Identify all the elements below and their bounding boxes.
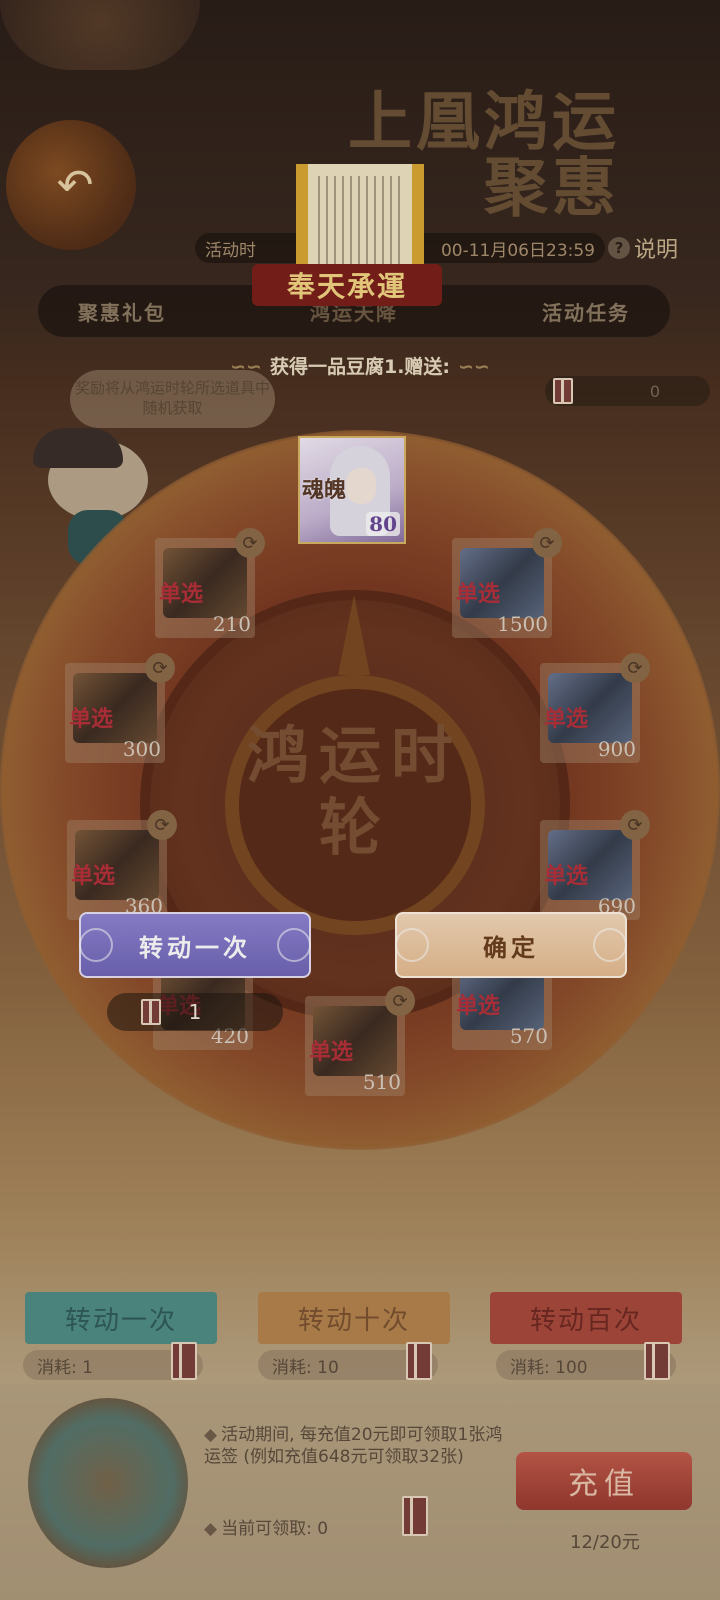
ticket-icon bbox=[406, 1342, 432, 1380]
confirm-label: 确定 bbox=[483, 933, 539, 962]
cost-text: 消耗: 10 bbox=[272, 1357, 339, 1378]
swap-icon[interactable]: ⟳ bbox=[145, 653, 175, 683]
ticket-count: 0 bbox=[649, 381, 660, 401]
wheel-slot[interactable]: 单选 690 ⟳ bbox=[540, 810, 650, 920]
ticket-icon bbox=[141, 999, 161, 1025]
cost-text: 消耗: 100 bbox=[510, 1357, 588, 1378]
spin-ten-button[interactable]: 转动十次 bbox=[258, 1292, 450, 1344]
slot-count: 510 bbox=[362, 1070, 401, 1094]
ticket-count: 1 bbox=[188, 1000, 202, 1024]
question-icon: ? bbox=[608, 237, 630, 259]
ticket-icon bbox=[402, 1496, 428, 1536]
ticket-icon bbox=[171, 1342, 197, 1380]
title-line-1: 上凰鸿运 bbox=[348, 86, 620, 160]
cost-label: 消耗: 100 bbox=[496, 1342, 676, 1380]
wheel-pointer bbox=[338, 595, 370, 675]
swap-icon[interactable]: ⟳ bbox=[532, 528, 562, 558]
swap-icon[interactable]: ⟳ bbox=[620, 653, 650, 683]
claim-ticket[interactable] bbox=[402, 1496, 428, 1540]
diamond-icon: ◆ bbox=[204, 1425, 218, 1445]
swap-icon[interactable]: ⟳ bbox=[385, 986, 415, 1016]
slot-tag: 单选 bbox=[544, 706, 589, 732]
lantern-decoration bbox=[0, 0, 200, 70]
spin-once-button[interactable]: 转动一次 bbox=[25, 1292, 217, 1344]
wheel-slot[interactable]: 单选 1500 ⟳ bbox=[452, 528, 562, 638]
scroll-banner: 奉天承運 bbox=[252, 264, 442, 306]
wheel-slot[interactable]: 单选 300 ⟳ bbox=[65, 653, 175, 763]
claimable-count: ◆ 当前可领取: 0 bbox=[204, 1514, 328, 1539]
modal-ticket-count: 1 bbox=[107, 993, 283, 1031]
help-label: 说明 bbox=[634, 238, 679, 263]
recharge-progress: 12/20元 bbox=[570, 1532, 640, 1553]
wheel-slot[interactable]: 单选 510 ⟳ bbox=[305, 986, 415, 1096]
card-count: 80 bbox=[366, 512, 400, 536]
confirm-button[interactable]: 确定 bbox=[395, 912, 627, 978]
card-label: 魂魄 bbox=[302, 477, 347, 503]
ticket-icon bbox=[553, 378, 573, 404]
notice-text: 活动期间, 每充值20元即可领取1张鸿运签 (例如充值648元可领取32张) bbox=[204, 1425, 503, 1467]
cost-label: 消耗: 1 bbox=[23, 1342, 203, 1380]
slot-tag: 单选 bbox=[456, 581, 501, 607]
ornament-icon: ∽∽ bbox=[458, 356, 490, 378]
recharge-notice: ◆ 活动期间, 每充值20元即可领取1张鸿运签 (例如充值648元可领取32张) bbox=[204, 1424, 504, 1468]
slot-tag: 单选 bbox=[69, 706, 114, 732]
cost-label: 消耗: 10 bbox=[258, 1342, 438, 1380]
cost-text: 消耗: 1 bbox=[37, 1357, 93, 1378]
period-suffix: 00-11月06日23:59 bbox=[440, 240, 595, 261]
back-button[interactable]: ↶ bbox=[40, 150, 110, 220]
slot-count: 1500 bbox=[497, 612, 548, 636]
reward-title-text: 获得一品豆腐1.赠送: bbox=[269, 356, 451, 378]
spin-hundred-button[interactable]: 转动百次 bbox=[490, 1292, 682, 1344]
slot-tag: 单选 bbox=[456, 993, 501, 1019]
swap-icon[interactable]: ⟳ bbox=[235, 528, 265, 558]
slot-tag: 单选 bbox=[309, 1039, 354, 1065]
bowl-icon bbox=[28, 1398, 188, 1568]
reward-card: 魂魄 80 bbox=[298, 436, 406, 544]
slot-count: 300 bbox=[122, 737, 161, 761]
slot-count: 570 bbox=[509, 1024, 548, 1048]
swap-icon[interactable]: ⟳ bbox=[620, 810, 650, 840]
slot-count: 900 bbox=[597, 737, 636, 761]
ticket-balance: 0 bbox=[545, 376, 710, 406]
spin-once-modal-button[interactable]: 转动一次 bbox=[79, 912, 311, 978]
diamond-icon: ◆ bbox=[204, 1519, 218, 1539]
title-line-2: 聚惠 bbox=[484, 152, 620, 226]
recharge-button[interactable]: 充值 bbox=[516, 1452, 692, 1510]
wheel-slot[interactable]: 单选 360 ⟳ bbox=[67, 810, 177, 920]
wheel-slot[interactable]: 单选 210 ⟳ bbox=[155, 528, 265, 638]
ticket-icon bbox=[644, 1342, 670, 1380]
slot-tag: 单选 bbox=[159, 581, 204, 607]
help-button[interactable]: ? 说明 bbox=[608, 232, 678, 264]
spin-once-label: 转动一次 bbox=[139, 933, 251, 962]
slot-tag: 单选 bbox=[544, 863, 589, 889]
period-prefix: 活动时 bbox=[205, 240, 256, 261]
tab-tasks[interactable]: 活动任务 bbox=[542, 297, 630, 326]
slot-count: 210 bbox=[212, 612, 251, 636]
claim-text: 当前可领取: 0 bbox=[221, 1519, 329, 1539]
reward-scroll: 奉天承運 bbox=[252, 160, 442, 306]
tab-gift-pack[interactable]: 聚惠礼包 bbox=[78, 297, 166, 326]
wheel-label: 鸿运时轮 bbox=[246, 719, 463, 864]
wheel-slot[interactable]: 单选 900 ⟳ bbox=[540, 653, 650, 763]
back-arrow-icon: ↶ bbox=[56, 159, 94, 211]
swap-icon[interactable]: ⟳ bbox=[147, 810, 177, 840]
slot-tag: 单选 bbox=[71, 863, 116, 889]
